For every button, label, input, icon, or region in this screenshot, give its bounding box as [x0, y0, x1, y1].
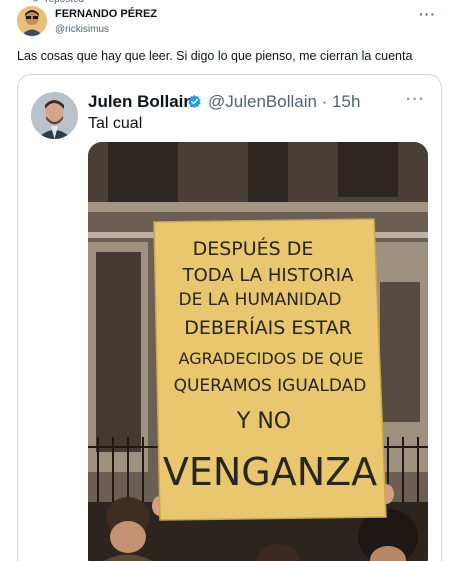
verified-icon [188, 94, 201, 109]
sign-line: DESPUÉS DE [193, 237, 314, 260]
quoted-tweet-text: Tal cual [88, 115, 143, 132]
author-handle[interactable]: @rickisimus [55, 24, 109, 35]
more-icon[interactable]: ··· [419, 6, 436, 22]
repost-label: reposted [45, 0, 84, 5]
quoted-author-name[interactable]: Julen Bollain [88, 92, 194, 112]
sign-line: TODA LA HISTORIA [182, 265, 354, 286]
repost-icon: ⟲ [30, 0, 38, 5]
tweet: ⟲ reposted FERNANDO PÉREZ @rickisimus ··… [0, 0, 450, 561]
quoted-author-avatar[interactable] [31, 92, 78, 139]
tweet-text: Las cosas que hay que leer. Si digo lo q… [17, 49, 413, 63]
quoted-author-handle[interactable]: @JulenBollain · 15h [208, 92, 360, 112]
quoted-more-icon[interactable]: ··· [406, 91, 425, 109]
sign-line: DEBERÍAIS ESTAR [184, 316, 352, 339]
quoted-photo[interactable]: DESPUÉS DE TODA LA HISTORIA DE LA HUMANI… [88, 142, 428, 561]
author-name[interactable]: FERNANDO PÉREZ [55, 8, 157, 20]
repost-header: ⟲ reposted [30, 0, 84, 5]
sign-line: QUERAMOS IGUALDAD [174, 376, 367, 396]
sign-line: VENGANZA [163, 450, 377, 494]
sign-line: Y NO [236, 409, 291, 434]
sign-line: DE LA HUMANIDAD [179, 290, 342, 310]
quoted-tweet[interactable]: Julen Bollain @JulenBollain · 15h ··· Ta… [17, 74, 442, 561]
author-avatar[interactable] [17, 6, 47, 36]
sign-line: AGRADECIDOS DE QUE [179, 349, 364, 368]
sign-lettering: DESPUÉS DE TODA LA HISTORIA DE LA HUMANI… [163, 237, 377, 494]
